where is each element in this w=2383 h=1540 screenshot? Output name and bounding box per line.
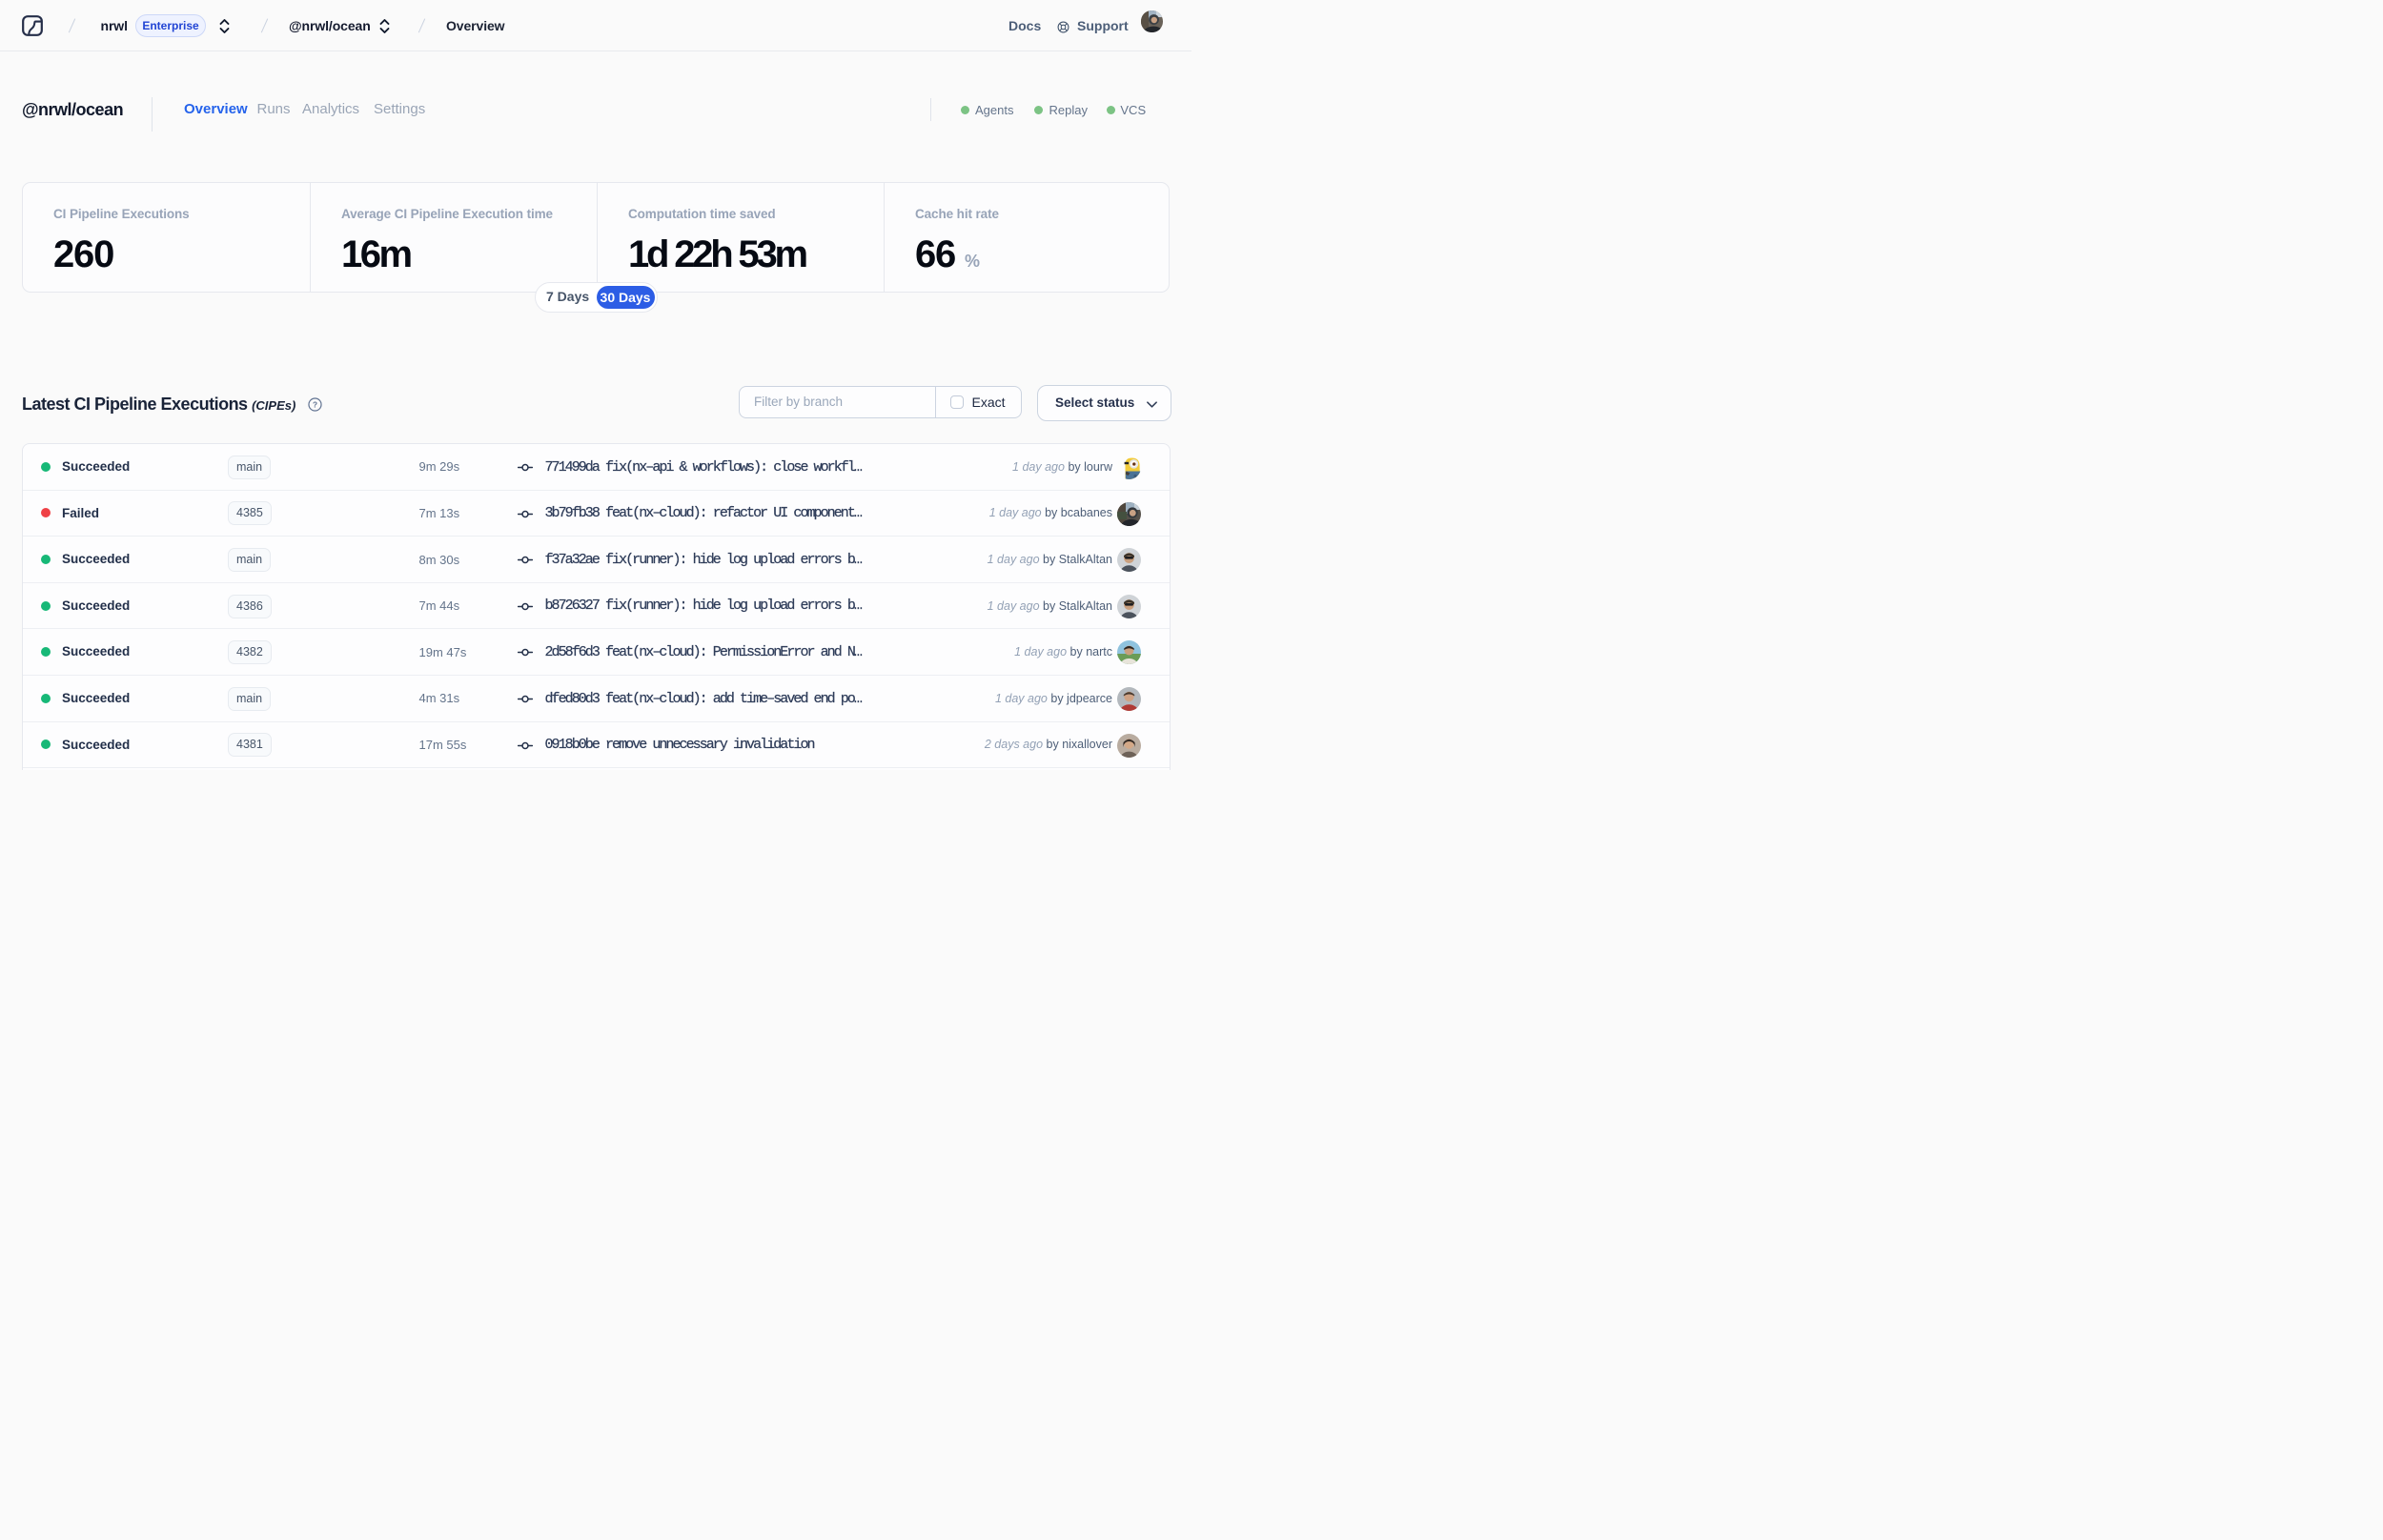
svg-text:?: ? xyxy=(312,400,316,409)
